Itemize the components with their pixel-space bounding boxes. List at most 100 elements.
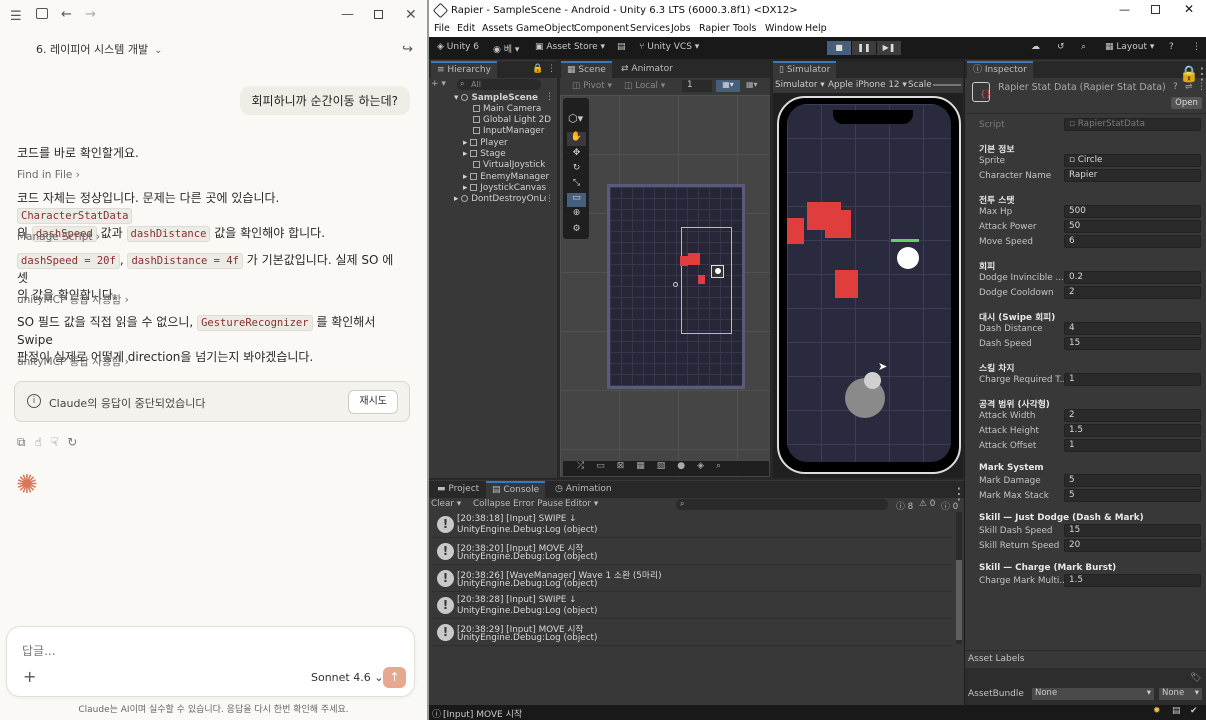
tab-console[interactable]: ▤ Console [486,481,546,498]
collapse-button[interactable]: Collapse [473,499,510,509]
expand-arrow-icon[interactable]: ▸ [463,172,470,182]
more-icon[interactable]: ⋮ [1194,64,1206,83]
more-icon[interactable]: ⋮ [545,194,554,204]
menu-gameobject[interactable]: GameObject [516,23,575,34]
console-search[interactable]: ⌕ [676,499,888,510]
tab-animation[interactable]: ◷ Animation [549,481,618,498]
error-count[interactable]: ⓘ 0 [941,499,958,512]
scene-overlay-toolbar[interactable]: ⤮▭⊠▦▧●◈⌕ [563,461,769,476]
console-log-row[interactable]: ! [20:38:18] [Input] SWIPE ↓ UnityEngine.D… [432,512,952,538]
add-icon[interactable]: + ▾ [431,79,446,89]
vcs-button[interactable]: ⑂ Unity VCS ▾ [639,42,699,52]
more-icon[interactable]: ⋮ [545,92,554,102]
open-button[interactable]: Open [1171,97,1202,109]
maximize-icon[interactable] [1151,5,1160,14]
menu-component[interactable]: Component [574,23,629,34]
console-log-row[interactable]: ! [20:38:26] [WaveManager] Wave 1 소환 (5마리… [432,566,952,592]
dash-distance-field[interactable]: 4 [1064,322,1201,335]
hierarchy-search[interactable]: All [457,79,541,90]
tab-hierarchy[interactable]: ≡ Hierarchy [431,61,497,78]
menu-jobs[interactable]: Jobs [671,23,691,34]
asset-bundle-dropdown[interactable]: None ▾ [1032,688,1154,700]
menu-help[interactable]: Help [805,23,827,34]
add-attachment-icon[interactable]: + [23,667,36,686]
minimize-icon[interactable]: — [341,7,354,23]
charge-mark-multi-field[interactable]: 1.5 [1064,574,1201,587]
share-icon[interactable]: ↪ [402,42,413,58]
back-icon[interactable]: ← [61,7,72,23]
tool-call-manage-script[interactable]: Manage Script › [17,231,100,243]
skill-return-speed-field[interactable]: 20 [1064,539,1201,552]
account-button[interactable]: ◉ 베 ▾ [493,42,519,55]
log-count[interactable]: ⓘ 8 [896,499,913,512]
dodge-cooldown-field[interactable]: 2 [1064,286,1201,299]
tool-call-unitymcp[interactable]: unityMCP 통합 사용함 › [17,292,129,307]
cloud-icon[interactable]: ☁ [1031,42,1040,52]
minimize-icon[interactable]: — [1119,3,1130,16]
message-input[interactable]: 답글... [22,642,56,659]
search-icon[interactable]: ⌕ [1081,42,1086,52]
dodge-invincible-field[interactable]: 0.2 [1064,271,1201,284]
tool-call-find-in-file[interactable]: Find in File › [17,169,80,181]
preset-icon[interactable]: ⇌ [1185,82,1193,92]
history-icon[interactable]: ↺ [1057,42,1065,52]
attack-height-field[interactable]: 1.5 [1064,424,1201,437]
mark-damage-field[interactable]: 5 [1064,474,1201,487]
move-tool-icon[interactable]: ✥ [567,148,586,162]
help-icon[interactable]: ? [1173,82,1178,92]
pivot-dropdown[interactable]: ◫ Pivot ▾ [572,81,612,91]
hand-tool-icon[interactable]: ✋ [567,132,586,146]
asset-store-button[interactable]: ▣ Asset Store ▾ [535,42,605,52]
model-selector[interactable]: Sonnet 4.6 ⌄ [311,671,383,684]
status-check-icon[interactable]: ✔ [1190,706,1198,716]
chat-title[interactable]: 6. 레이피어 시스템 개발 ⌄ [36,41,162,57]
attack-width-field[interactable]: 2 [1064,409,1201,422]
asset-bundle-variant-dropdown[interactable]: None ▾ [1159,688,1202,700]
skill-dash-speed-field[interactable]: 15 [1064,524,1201,537]
tab-inspector[interactable]: ⓘ Inspector [967,61,1033,78]
close-icon[interactable]: ✕ [405,7,417,23]
sidebar-toggle-icon[interactable] [36,8,48,19]
charge-required-field[interactable]: 1 [1064,373,1201,386]
lighting-icon[interactable]: ✹ [1153,706,1161,716]
expand-arrow-icon[interactable]: ▸ [463,149,470,159]
retry-button[interactable]: 재시도 [348,390,398,414]
tool-call-unitymcp[interactable]: unityMCP 통합 사용함 › [17,354,129,369]
rect-tool-icon[interactable]: ▭ [567,193,586,207]
joystick-handle[interactable] [864,372,881,389]
character-name-field[interactable]: Rapier [1064,169,1201,182]
console-log-row[interactable]: ! [20:38:20] [Input] MOVE 시작 UnityEngine.D… [432,539,952,565]
tab-simulator[interactable]: ▯ Simulator [773,61,837,78]
console-log-row[interactable]: ! [20:38:29] [Input] MOVE 시작 UnityEngine.D… [432,620,952,646]
editor-dropdown[interactable]: Editor ▾ [565,499,598,509]
lock-icon[interactable]: 🔒 [532,64,543,74]
progress-icon[interactable]: ▤ [1172,706,1181,716]
mark-max-stack-field[interactable]: 5 [1064,489,1201,502]
game-screen[interactable] [787,104,951,462]
pause-button[interactable]: ❚❚ [852,41,876,55]
tab-animator[interactable]: ⇄ Animator [615,61,679,78]
scale-slider[interactable] [933,84,961,86]
package-icon[interactable]: ▤ [617,42,626,52]
grid-icon[interactable]: ▦▾ [716,80,740,92]
warn-count[interactable]: ⚠ 0 [919,499,935,509]
step-button[interactable]: ▶❚ [877,41,901,55]
expand-arrow-icon[interactable]: ▸ [463,183,470,193]
forward-icon[interactable]: → [85,7,96,23]
scale-tool-icon[interactable]: ⤡ [567,178,586,192]
layout-button[interactable]: ▦ Layout ▾ [1105,42,1154,52]
menu-edit[interactable]: Edit [457,23,475,34]
transform-tool-icon[interactable]: ⊕ [567,208,586,222]
menu-file[interactable]: File [434,23,450,34]
snap-icon[interactable]: ▦▾ [746,80,758,89]
unity6-button[interactable]: ◈ Unity 6 [437,42,479,52]
tab-project[interactable]: ▬ Project [431,481,485,498]
expand-arrow-icon[interactable]: ▸ [463,138,470,148]
menu-tools[interactable]: Tools [733,23,756,34]
menu-icon[interactable]: ☰ [10,9,22,25]
max-hp-field[interactable]: 500 [1064,205,1201,218]
attack-offset-field[interactable]: 1 [1064,439,1201,452]
rotate-tool-icon[interactable]: ↻ [567,163,586,177]
sprite-field[interactable]: ▫ Circle [1064,154,1201,167]
copy-icon[interactable]: ⧉ [17,435,35,449]
